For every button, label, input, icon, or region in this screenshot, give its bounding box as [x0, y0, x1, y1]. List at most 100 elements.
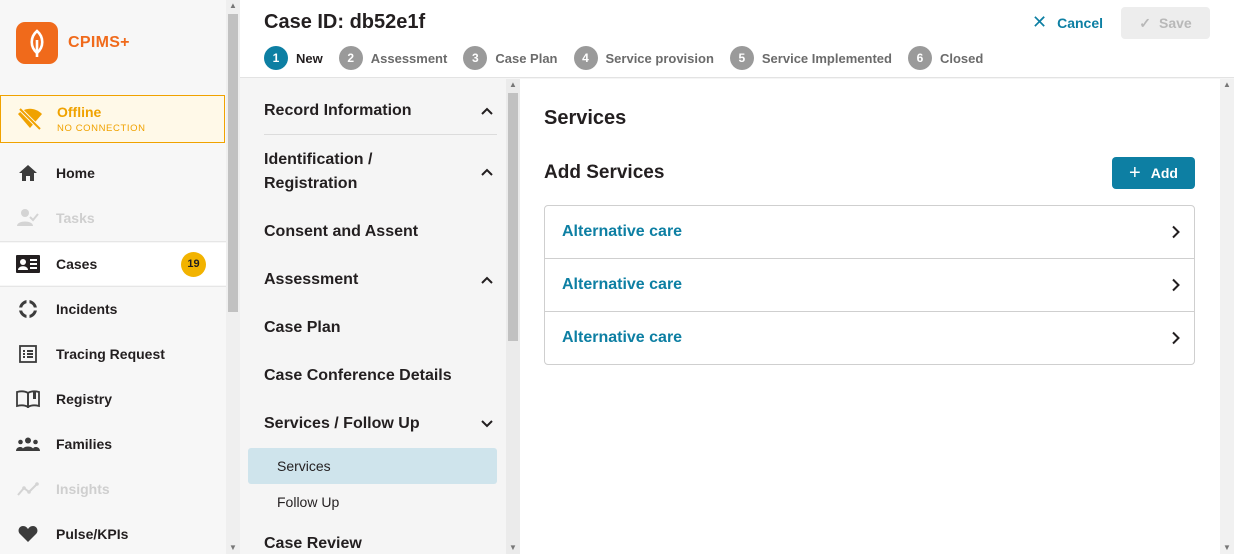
section-divider	[264, 134, 497, 135]
home-icon	[16, 161, 40, 185]
scroll-down-icon[interactable]: ▼	[506, 542, 520, 554]
check-icon: ✓	[1139, 14, 1152, 31]
save-button[interactable]: ✓ Save	[1121, 7, 1210, 39]
sections-scrollbar[interactable]: ▲ ▼	[506, 79, 520, 554]
sections-scrollbar-thumb[interactable]	[508, 93, 518, 341]
chevron-up-icon	[479, 99, 495, 123]
incidents-icon	[16, 297, 40, 321]
workflow-step-assessment: 2 Assessment	[338, 46, 448, 70]
section-label: Identification / Registration	[264, 151, 373, 192]
section-consent-and-assent[interactable]: Consent and Assent	[264, 220, 497, 244]
scroll-up-icon[interactable]: ▲	[226, 0, 240, 12]
step-label: Service provision	[605, 50, 714, 66]
scroll-up-icon[interactable]: ▲	[1220, 79, 1234, 91]
cancel-button[interactable]: ✕ Cancel	[1032, 12, 1103, 33]
wifi-off-icon	[17, 108, 47, 130]
nav-divider	[0, 286, 226, 287]
registry-icon	[16, 387, 40, 411]
workflow-step-new: 1 New	[264, 46, 323, 70]
nav-scrollbar-thumb[interactable]	[228, 14, 238, 312]
service-row[interactable]: Alternative care	[545, 206, 1194, 259]
nav-item-registry[interactable]: Registry	[0, 378, 226, 420]
service-row[interactable]: Alternative care	[545, 259, 1194, 312]
connection-status: Offline NO CONNECTION	[0, 95, 225, 143]
chevron-right-icon	[1172, 278, 1180, 292]
families-icon	[16, 432, 40, 456]
step-number: 6	[907, 46, 932, 70]
section-label: Case Plan	[264, 319, 341, 336]
nav-item-label: Insights	[56, 481, 110, 497]
tasks-icon	[16, 206, 40, 230]
workflow-step-service-implemented: 5 Service Implemented	[729, 46, 892, 70]
nav-item-incidents[interactable]: Incidents	[0, 288, 226, 330]
nav-item-label: Home	[56, 165, 95, 181]
service-row[interactable]: Alternative care	[545, 312, 1194, 364]
main-scrollbar[interactable]: ▲ ▼	[1220, 79, 1234, 554]
form-section-nav: Record Information Identification / Regi…	[240, 79, 506, 554]
nav-item-tasks[interactable]: Tasks	[0, 197, 226, 239]
subsection-follow-up[interactable]: Follow Up	[248, 484, 497, 520]
add-service-button[interactable]: + Add	[1112, 157, 1195, 189]
step-number: 2	[338, 46, 363, 70]
cancel-button-label: Cancel	[1057, 14, 1104, 31]
heart-icon	[16, 522, 40, 546]
nav-item-label: Families	[56, 436, 113, 452]
nav-item-label: Registry	[56, 391, 113, 407]
service-name: Alternative care	[562, 276, 683, 293]
close-icon: ✕	[1032, 12, 1048, 32]
nav-item-label: Tasks	[56, 210, 95, 226]
step-label: Case Plan	[495, 50, 558, 66]
nav-item-cases[interactable]: Cases 19	[0, 243, 226, 285]
workflow-step-service-provision: 4 Service provision	[573, 46, 714, 70]
chevron-up-icon	[479, 160, 495, 184]
nav-item-insights[interactable]: Insights	[0, 468, 226, 510]
nav-item-pulse-kpis[interactable]: Pulse/KPIs	[0, 513, 226, 554]
section-label: Consent and Assent	[264, 223, 419, 240]
logo-icon	[16, 22, 58, 64]
workflow-stepper: 1 New 2 Assessment 3 Case Plan 4 Service…	[264, 46, 999, 70]
page-title: Case ID: db52e1f	[264, 11, 426, 33]
nav-item-families[interactable]: Families	[0, 423, 226, 465]
service-name: Alternative care	[562, 223, 683, 240]
section-label: Case Review	[264, 535, 362, 552]
nav-divider	[0, 241, 226, 242]
services-list: Alternative care Alternative care Altern…	[544, 205, 1195, 365]
scroll-down-icon[interactable]: ▼	[1220, 542, 1234, 554]
step-label: Closed	[939, 50, 984, 66]
subsection-services[interactable]: Services	[248, 448, 497, 484]
nav-scrollbar[interactable]: ▲ ▼	[226, 0, 240, 554]
app-logo[interactable]: CPIMS+	[16, 22, 130, 64]
nav-item-label: Incidents	[56, 301, 118, 317]
section-record-information[interactable]: Record Information	[264, 99, 497, 123]
section-identification-registration[interactable]: Identification / Registration	[264, 148, 497, 196]
plus-icon: +	[1129, 162, 1141, 184]
scroll-down-icon[interactable]: ▼	[226, 542, 240, 554]
scroll-up-icon[interactable]: ▲	[506, 79, 520, 91]
service-name: Alternative care	[562, 329, 683, 346]
nav-item-home[interactable]: Home	[0, 152, 226, 194]
nav-item-label: Tracing Request	[56, 346, 165, 362]
step-number: 4	[573, 46, 598, 70]
main-nav: CPIMS+ Offline NO CONNECTION Home Tasks	[0, 0, 226, 554]
main-content: Services Add Services + Add Alternative …	[520, 79, 1220, 554]
nav-item-tracing-request[interactable]: Tracing Request	[0, 333, 226, 375]
insights-icon	[16, 477, 40, 501]
workflow-step-case-plan: 3 Case Plan	[463, 46, 558, 70]
cases-icon	[16, 252, 40, 276]
cases-count-badge: 19	[181, 251, 206, 277]
step-label: New	[296, 50, 323, 66]
section-assessment[interactable]: Assessment	[264, 268, 497, 292]
step-label: Assessment	[370, 50, 448, 66]
step-number: 5	[729, 46, 754, 70]
chevron-right-icon	[1172, 331, 1180, 345]
section-case-plan[interactable]: Case Plan	[264, 316, 497, 340]
subsection-label: Follow Up	[277, 494, 340, 510]
section-case-conference-details[interactable]: Case Conference Details	[264, 364, 497, 388]
step-label: Service Implemented	[761, 50, 892, 66]
section-case-review[interactable]: Case Review	[264, 532, 497, 554]
section-services-follow-up[interactable]: Services / Follow Up	[264, 412, 497, 436]
step-number: 1	[264, 46, 288, 70]
connection-status-label: Offline	[57, 104, 102, 120]
add-button-label: Add	[1150, 165, 1178, 181]
chevron-down-icon	[479, 412, 495, 436]
